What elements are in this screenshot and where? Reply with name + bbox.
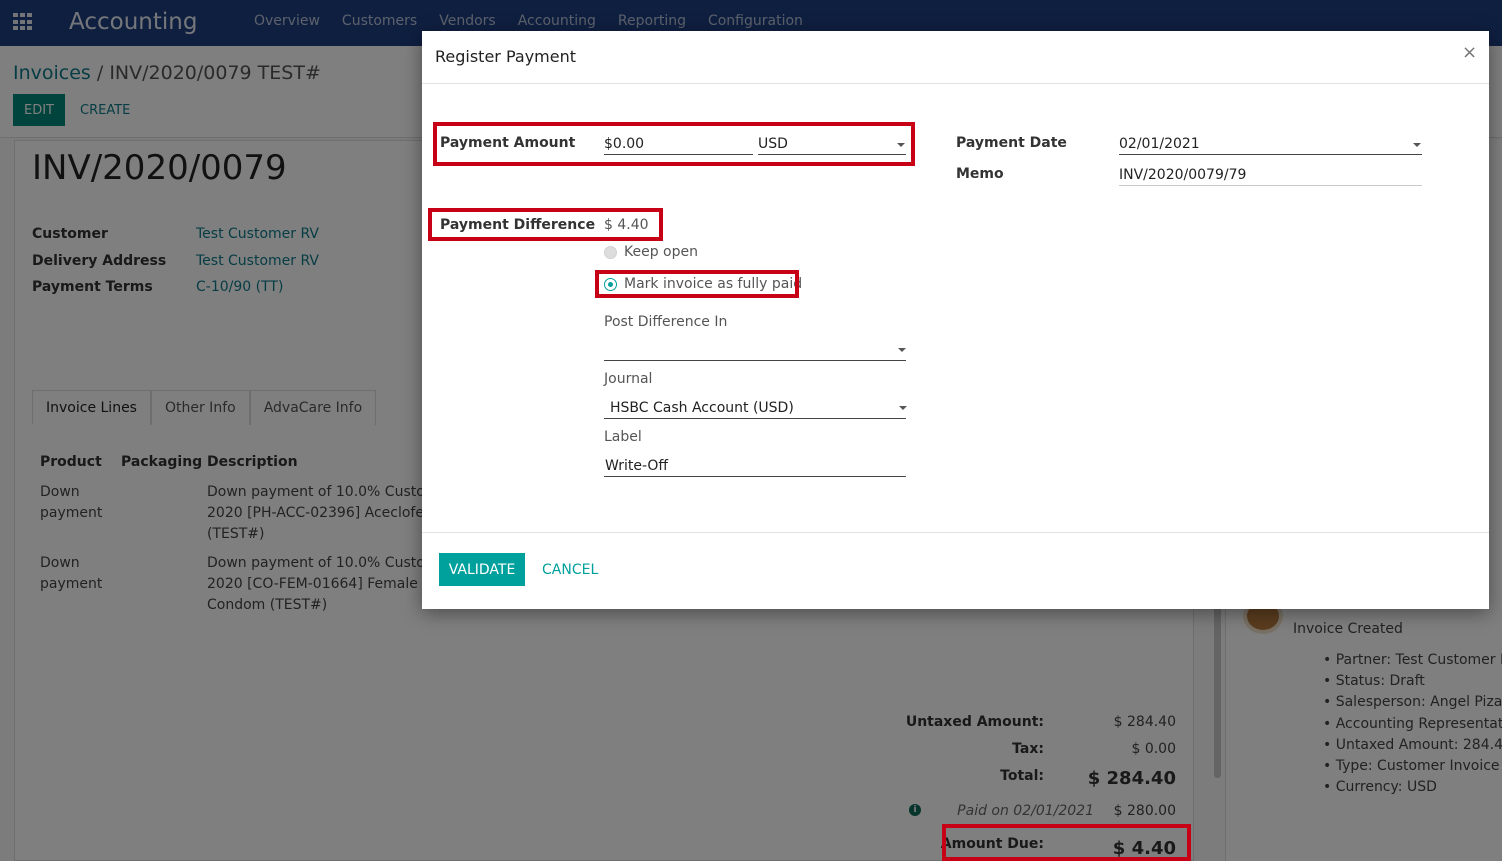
- chevron-down-icon[interactable]: [898, 348, 906, 352]
- post-difference-select[interactable]: [604, 339, 906, 361]
- payment-date-label: Payment Date: [956, 135, 1067, 151]
- highlight-mark-fully-paid: [595, 270, 799, 298]
- journal-value: HSBC Cash Account (USD): [610, 399, 794, 416]
- payment-date-field[interactable]: 02/01/2021: [1119, 133, 1422, 155]
- chevron-down-icon[interactable]: [1413, 143, 1421, 147]
- writeoff-label-value: Write-Off: [605, 457, 669, 474]
- payment-date-value: 02/01/2021: [1119, 135, 1200, 152]
- dialog-footer-divider: [422, 532, 1489, 533]
- highlight-payment-difference: [428, 208, 663, 241]
- writeoff-label-title: Label: [604, 429, 642, 445]
- keep-open-label[interactable]: Keep open: [624, 244, 698, 260]
- validate-button[interactable]: VALIDATE: [439, 553, 525, 586]
- memo-input[interactable]: INV/2020/0079/79: [1119, 164, 1422, 186]
- journal-label: Journal: [604, 371, 653, 387]
- post-difference-label: Post Difference In: [604, 314, 728, 330]
- journal-select[interactable]: HSBC Cash Account (USD): [604, 397, 906, 419]
- dialog-header-divider: [422, 83, 1489, 84]
- keep-open-radio[interactable]: [604, 246, 617, 259]
- memo-value: INV/2020/0079/79: [1119, 166, 1247, 183]
- highlight-amount-due: [942, 824, 1191, 861]
- chevron-down-icon[interactable]: [899, 406, 907, 410]
- memo-label: Memo: [956, 166, 1004, 182]
- highlight-payment-amount: [433, 122, 915, 166]
- dialog-title: Register Payment: [435, 47, 577, 66]
- register-payment-dialog: Register Payment × Payment Amount $0.00 …: [422, 31, 1489, 609]
- writeoff-label-input[interactable]: Write-Off: [604, 455, 906, 477]
- close-icon[interactable]: ×: [1462, 42, 1477, 63]
- cancel-button[interactable]: CANCEL: [542, 553, 598, 586]
